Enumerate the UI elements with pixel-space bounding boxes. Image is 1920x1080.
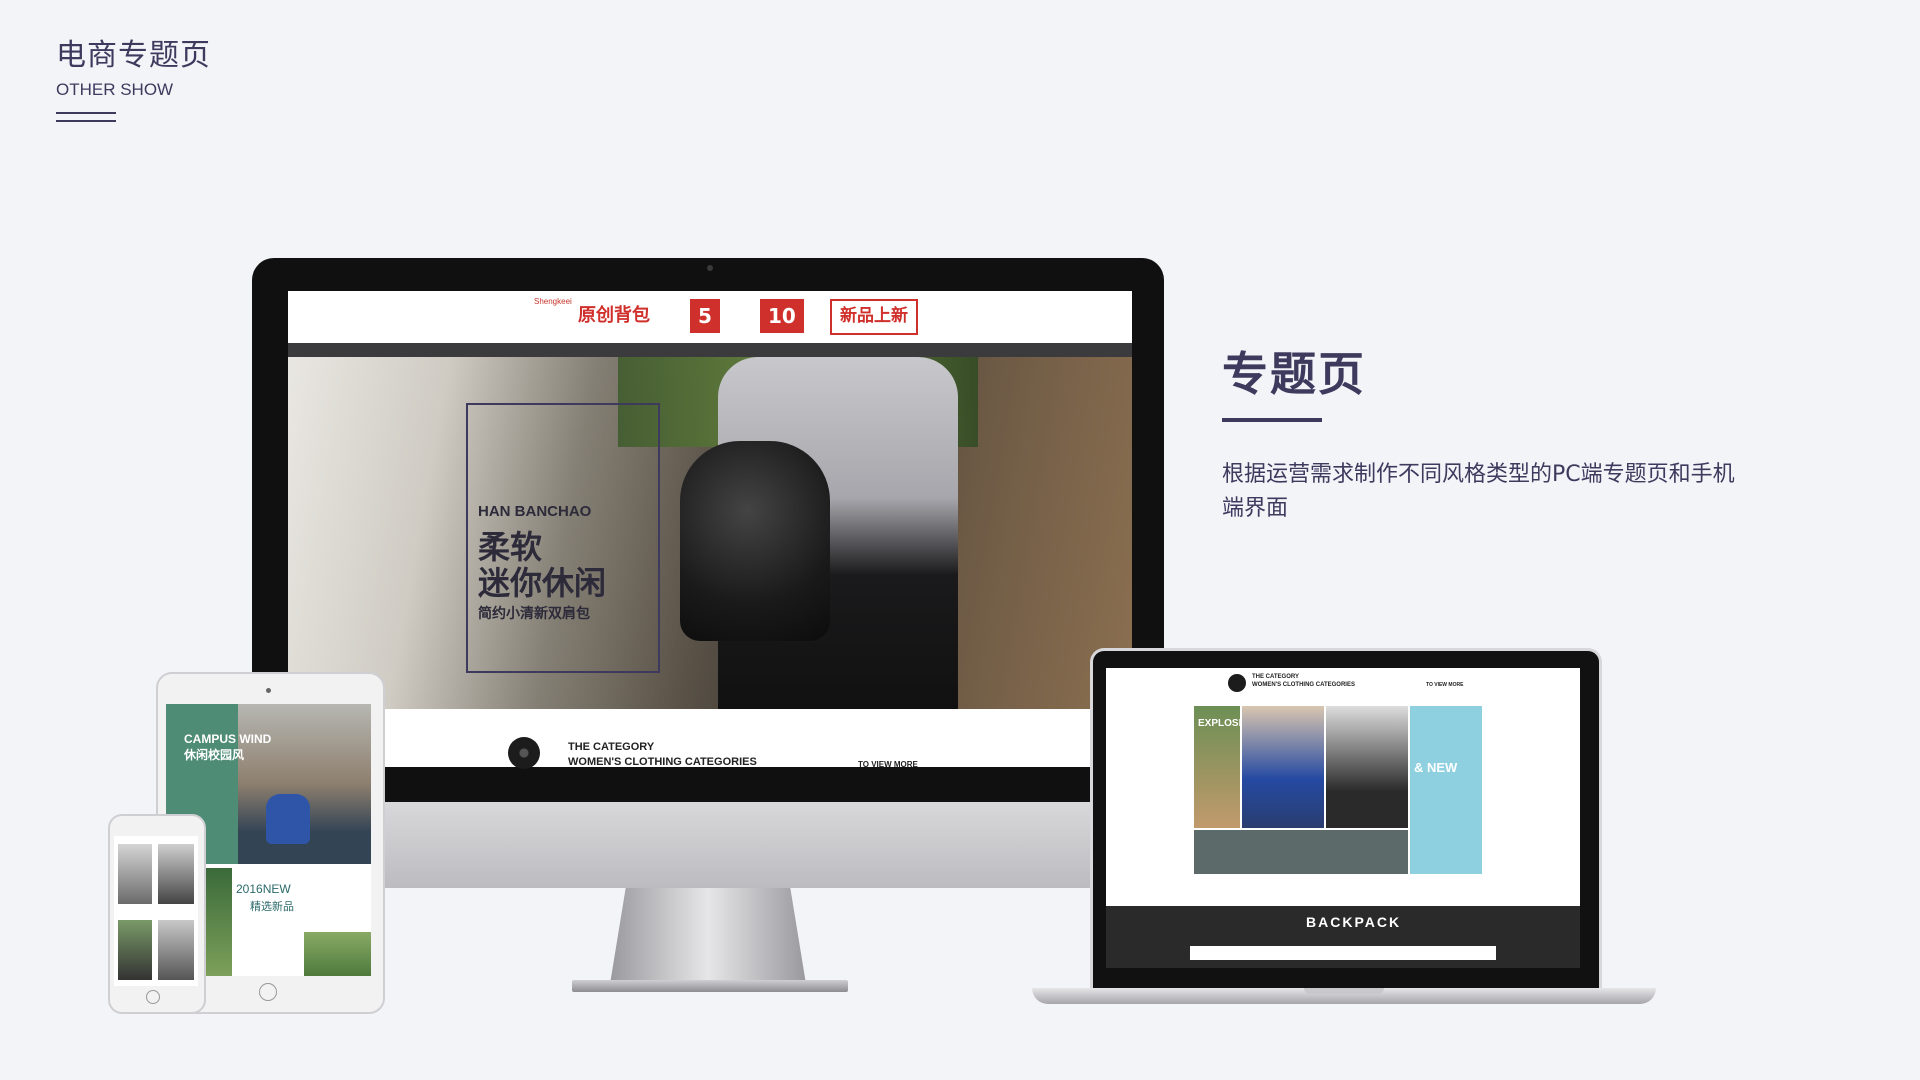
new-arrival-badge[interactable]: 新品上新 [830, 299, 918, 335]
banner-title-en: CAMPUS WIND [184, 732, 272, 746]
phone-screen [114, 836, 198, 986]
hero-brand-en: HAN BANCHAO [478, 503, 592, 520]
home-button-icon [259, 983, 277, 1001]
coupon-badge[interactable]: 10 [760, 299, 804, 333]
product-tile[interactable] [158, 920, 194, 980]
imac-base [572, 980, 848, 992]
content-bar [1190, 946, 1496, 960]
laptop-screen: THE CATEGORY WOMEN'S CLOTHING CATEGORIES… [1106, 668, 1580, 906]
info-block: 专题页 根据运营需求制作不同风格类型的PC端专题页和手机端界面 [1222, 338, 1782, 526]
page-subtitle: OTHER SHOW [56, 80, 174, 99]
product-strip[interactable] [1194, 830, 1408, 874]
hero-subheadline: 简约小清新双肩包 [478, 606, 590, 622]
product-tile[interactable] [118, 920, 152, 980]
backpack-image [266, 794, 310, 844]
product-tile[interactable] [304, 932, 371, 976]
category-subtitle: WOMEN'S CLOTHING CATEGORIES [1252, 682, 1355, 688]
nav-bar [288, 343, 1132, 357]
section-heading: BACKPACK [1306, 914, 1402, 930]
banner-title-cn: 休闲校园风 [184, 748, 245, 762]
home-button-icon [146, 990, 160, 1004]
header-divider [56, 112, 116, 114]
info-divider [1222, 418, 1322, 422]
laptop-notch [1304, 988, 1384, 994]
page-header: 电商专题页 OTHER SHOW [56, 30, 211, 122]
category-subtitle: WOMEN'S CLOTHING CATEGORIES [568, 756, 757, 768]
product-tile[interactable] [1410, 706, 1482, 874]
view-more-link[interactable]: TO VIEW MORE [858, 760, 918, 769]
category-title: THE CATEGORY [568, 741, 655, 753]
product-tile[interactable] [1242, 706, 1324, 828]
camera-icon [266, 688, 271, 693]
camera-icon [707, 265, 713, 271]
backpack-image [680, 441, 830, 641]
hero-headline: 迷你休闲 [478, 564, 607, 602]
tile-label: & NEW [1414, 760, 1458, 775]
imac-stand [610, 888, 806, 984]
new-label-cn: 精选新品 [250, 900, 294, 913]
coupon-badge[interactable]: 5 [690, 299, 720, 333]
info-description: 根据运营需求制作不同风格类型的PC端专题页和手机端界面 [1222, 462, 1735, 521]
product-tile[interactable] [1326, 706, 1408, 828]
brand-en: Shengkeei [534, 297, 572, 306]
category-title: THE CATEGORY [1252, 674, 1300, 680]
imac-screen: Shengkeei 原创背包 5 10 新品上新 HAN BANCHAO 柔软 … [288, 291, 1132, 767]
imac-chin [252, 802, 1164, 888]
record-disc-icon [508, 737, 540, 769]
brand-title: 原创背包 [578, 305, 650, 326]
product-tile[interactable] [118, 844, 152, 904]
header-divider [56, 120, 116, 122]
info-title: 专题页 [1222, 347, 1366, 401]
product-tile[interactable] [158, 844, 194, 904]
view-more-link[interactable]: TO VIEW MORE [1426, 682, 1463, 688]
page-title: 电商专题页 [56, 38, 211, 73]
hero-headline: 柔软 [478, 528, 543, 566]
record-disc-icon [1228, 674, 1246, 692]
new-label: 2016NEW [236, 882, 291, 896]
tile-label: EXPLOSI [1198, 718, 1242, 729]
